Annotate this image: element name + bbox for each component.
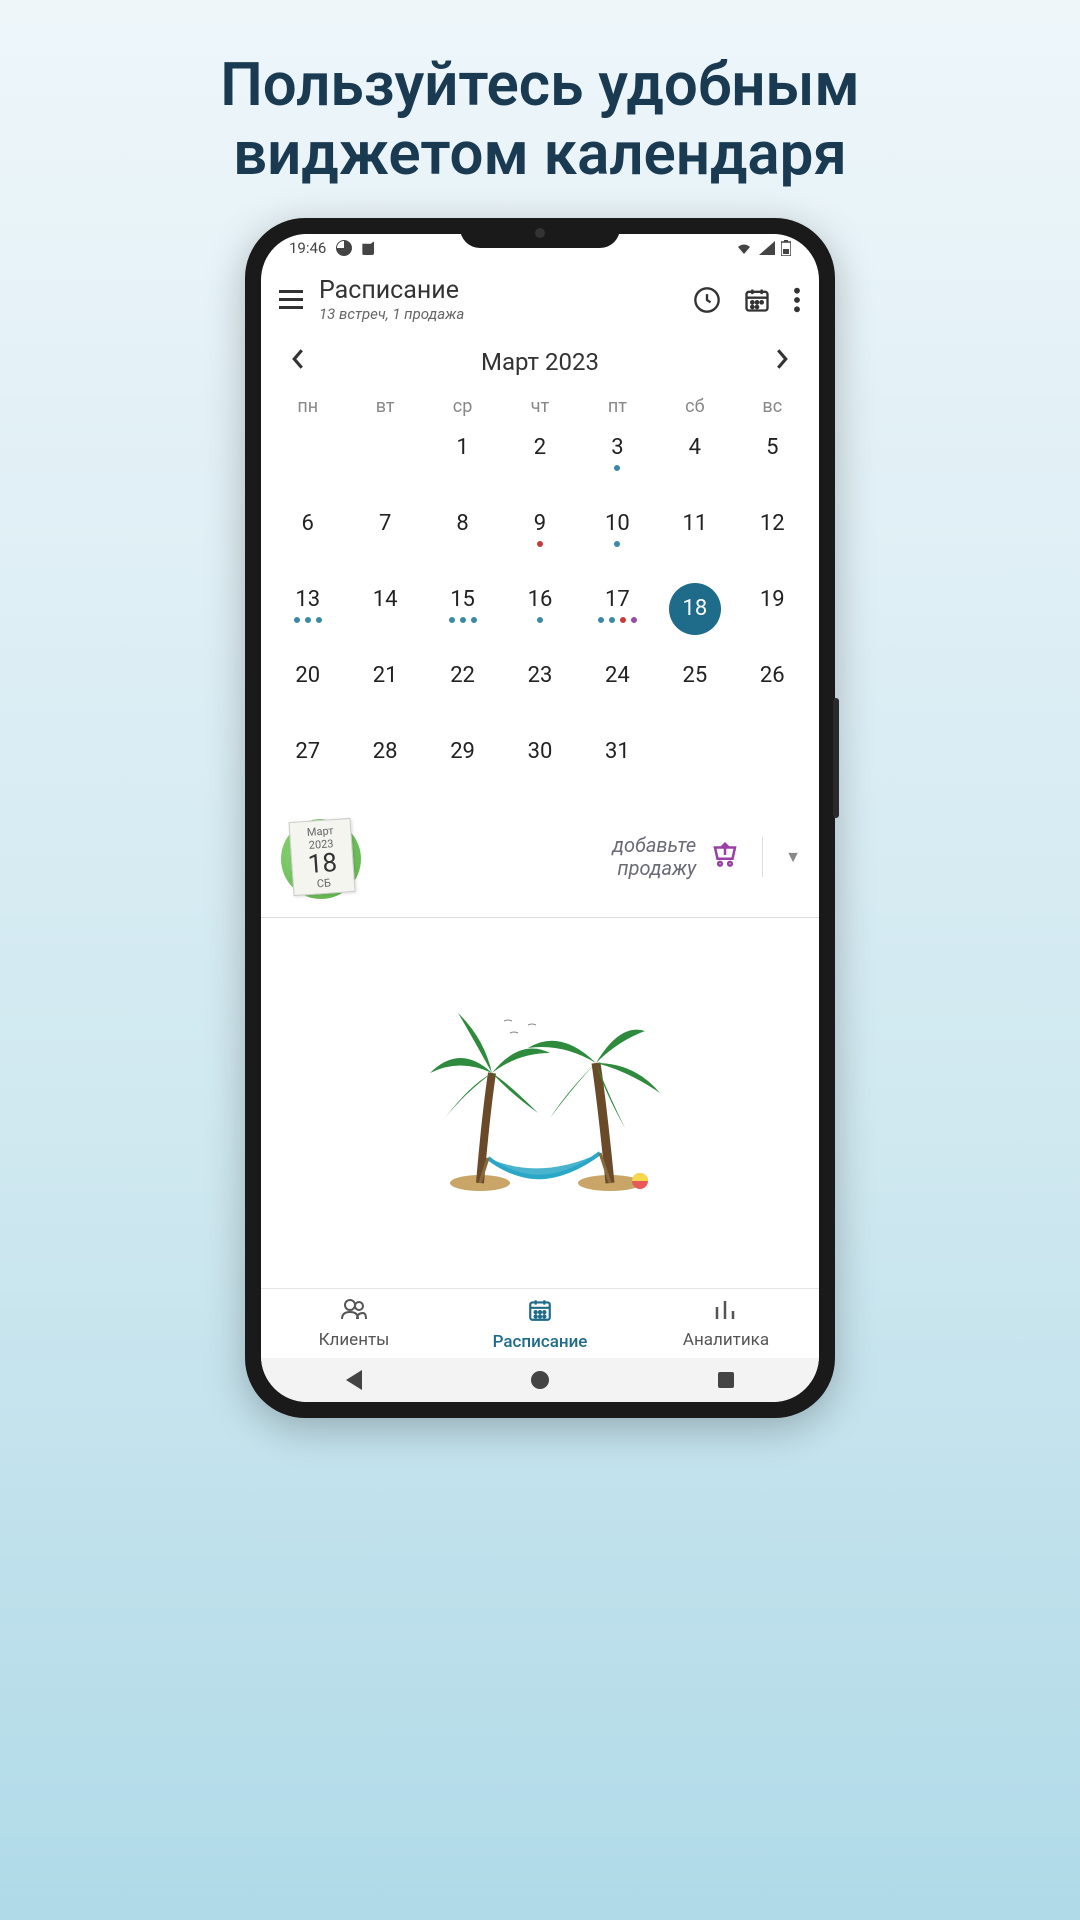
calendar-icon [527, 1297, 553, 1328]
weekday: вс [734, 396, 811, 417]
bottom-navigation: Клиенты Расписание Аналитика [261, 1288, 819, 1358]
calendar-cell[interactable]: 3 [579, 427, 656, 495]
calendar-cell [656, 731, 733, 799]
weekday: чт [501, 396, 578, 417]
phone-side-button [833, 698, 839, 818]
system-navigation [261, 1358, 819, 1402]
calendar-cell[interactable]: 18 [656, 579, 733, 647]
weekday: пт [579, 396, 656, 417]
page-subtitle: 13 встреч, 1 продажа [319, 305, 677, 323]
divider [762, 837, 763, 877]
nav-analytics[interactable]: Аналитика [633, 1289, 819, 1358]
phone-frame: 19:46 Расписание [245, 218, 835, 1418]
sys-home-button[interactable] [531, 1371, 549, 1389]
promo-heading: Пользуйтесь удобным виджетом календаря [0, 0, 1080, 218]
weekday-header: пн вт ср чт пт сб вс [261, 386, 819, 423]
month-label: Март 2023 [481, 348, 599, 376]
calendar-cell[interactable]: 26 [734, 655, 811, 723]
nav-clients-label: Клиенты [319, 1330, 390, 1350]
data-usage-icon [336, 240, 352, 256]
prev-month-button[interactable] [285, 343, 311, 380]
status-left: 19:46 [289, 239, 374, 257]
battery-icon [781, 240, 791, 256]
vacation-illustration [410, 1003, 670, 1203]
calendar-cell[interactable]: 12 [734, 503, 811, 571]
month-navigation: Март 2023 [261, 333, 819, 386]
tearoff-day: 18 [307, 849, 338, 877]
status-time: 19:46 [289, 239, 326, 257]
calendar-cell[interactable]: 9 [501, 503, 578, 571]
calendar-cell[interactable]: 1 [424, 427, 501, 495]
calendar-cell[interactable]: 7 [346, 503, 423, 571]
sys-recent-button[interactable] [718, 1372, 734, 1388]
weekday: сб [656, 396, 733, 417]
calendar-cell[interactable]: 28 [346, 731, 423, 799]
calendar-cell[interactable]: 30 [501, 731, 578, 799]
calendar-cell [734, 731, 811, 799]
weekday: вт [346, 396, 423, 417]
calendar-cell[interactable]: 15 [424, 579, 501, 647]
calendar-cell[interactable]: 16 [501, 579, 578, 647]
calendar-cell[interactable]: 5 [734, 427, 811, 495]
cart-icon [710, 840, 740, 875]
calendar-cell[interactable]: 31 [579, 731, 656, 799]
add-sale-label2: продажу [612, 857, 696, 880]
empty-state [261, 918, 819, 1288]
calendar-cell[interactable]: 23 [501, 655, 578, 723]
selected-day-widget[interactable]: Март 2023 18 СБ [279, 811, 365, 903]
calendar-cell[interactable]: 21 [346, 655, 423, 723]
more-button[interactable] [793, 286, 801, 314]
calendar-cell[interactable]: 27 [269, 731, 346, 799]
add-sale-button[interactable]: добавьте продажу [612, 834, 740, 880]
calendar-cell[interactable]: 19 [734, 579, 811, 647]
menu-button[interactable] [279, 290, 303, 309]
app-header: Расписание 13 встреч, 1 продажа [261, 262, 819, 333]
status-right [735, 240, 791, 256]
clients-icon [340, 1297, 368, 1326]
nav-clients[interactable]: Клиенты [261, 1289, 447, 1358]
page-title: Расписание [319, 276, 677, 305]
calendar-cell[interactable]: 17 [579, 579, 656, 647]
calendar-cell[interactable]: 6 [269, 503, 346, 571]
add-sale-label1: добавьте [612, 834, 696, 857]
calendar-cell[interactable]: 20 [269, 655, 346, 723]
weekday: ср [424, 396, 501, 417]
calendar-cell[interactable]: 4 [656, 427, 733, 495]
phone-notch [460, 218, 620, 248]
sys-back-button[interactable] [346, 1370, 362, 1390]
promo-line1: Пользуйтесь удобным [40, 50, 1040, 119]
header-titles: Расписание 13 встреч, 1 продажа [319, 276, 677, 323]
calendar-cell[interactable]: 24 [579, 655, 656, 723]
nav-analytics-label: Аналитика [683, 1330, 769, 1350]
calendar-cell[interactable]: 2 [501, 427, 578, 495]
calendar-cell[interactable]: 13 [269, 579, 346, 647]
calendar-cell[interactable]: 22 [424, 655, 501, 723]
clock-button[interactable] [693, 286, 721, 314]
header-actions [693, 286, 801, 314]
nav-schedule[interactable]: Расписание [447, 1289, 633, 1358]
calendar-cell[interactable]: 10 [579, 503, 656, 571]
weekday: пн [269, 396, 346, 417]
nav-schedule-label: Расписание [493, 1332, 588, 1352]
calendar-button[interactable] [743, 286, 771, 314]
analytics-icon [713, 1297, 739, 1326]
phone-screen: 19:46 Расписание [261, 234, 819, 1402]
calendar-cell [346, 427, 423, 495]
calendar-cell[interactable]: 8 [424, 503, 501, 571]
calendar-cell [269, 427, 346, 495]
calendar-cell[interactable]: 11 [656, 503, 733, 571]
calendar-cell[interactable]: 29 [424, 731, 501, 799]
sd-card-icon [362, 241, 374, 255]
promo-line2: виджетом календаря [40, 119, 1040, 188]
calendar-cell[interactable]: 25 [656, 655, 733, 723]
day-action-row: Март 2023 18 СБ добавьте продажу ▼ [261, 803, 819, 918]
wifi-icon [735, 241, 753, 255]
signal-icon [759, 241, 775, 255]
tearoff-weekday: СБ [316, 876, 331, 890]
dropdown-caret[interactable]: ▼ [785, 847, 801, 867]
calendar-cell[interactable]: 14 [346, 579, 423, 647]
next-month-button[interactable] [769, 343, 795, 380]
calendar-grid: 1234567891011121314151617181920212223242… [261, 423, 819, 803]
